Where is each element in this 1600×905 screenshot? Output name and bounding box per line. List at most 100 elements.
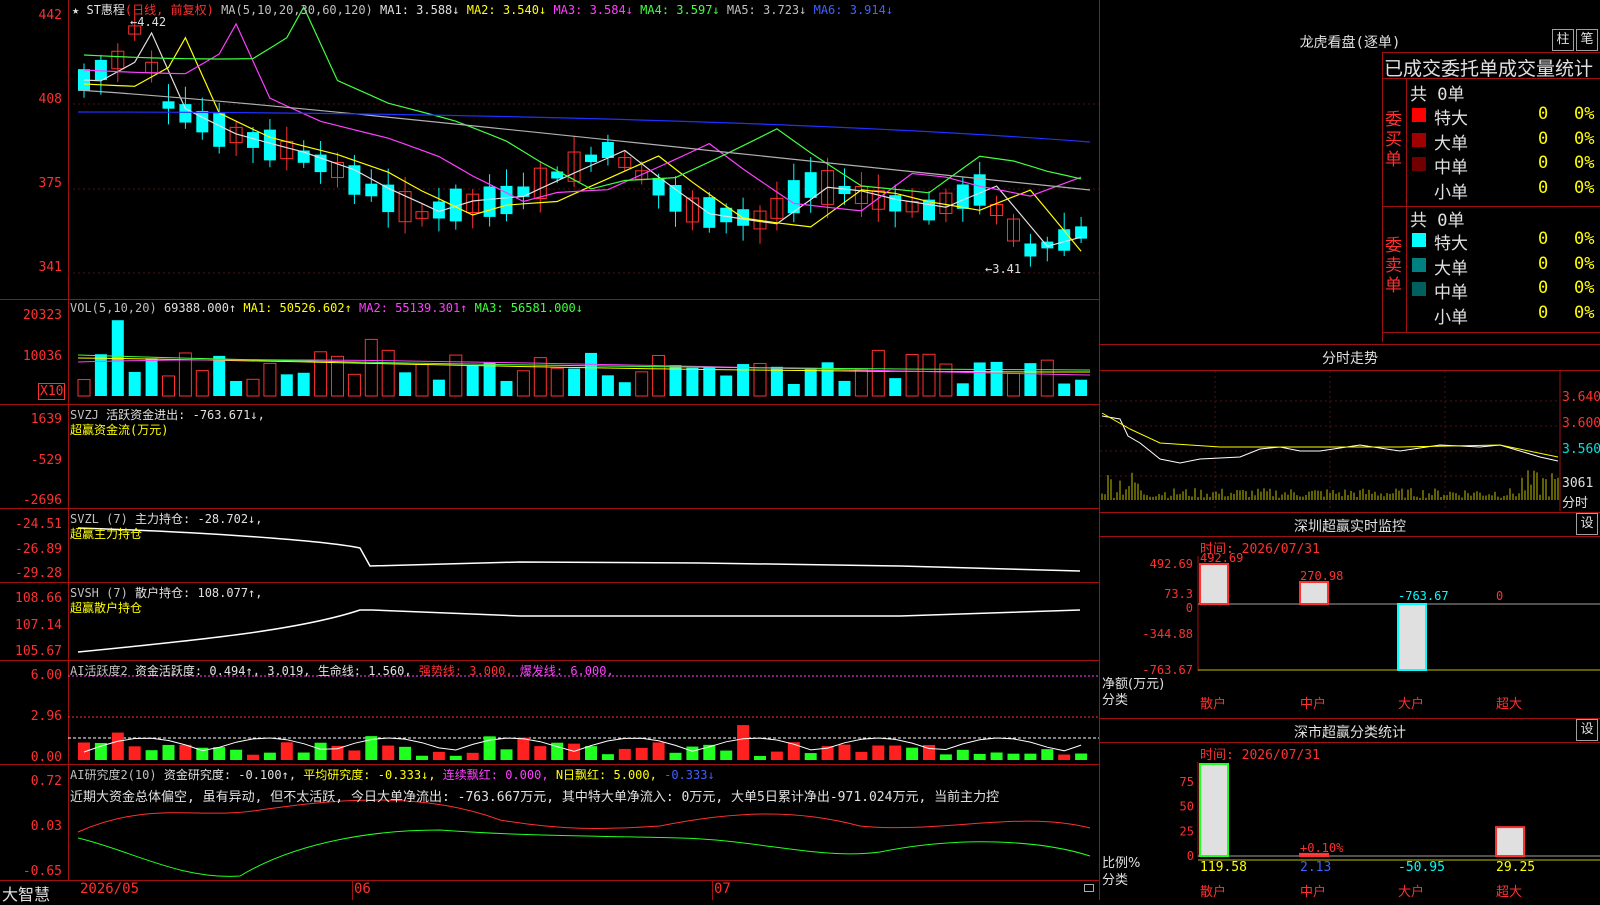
activity-bar	[297, 752, 310, 760]
flow-bar	[1078, 458, 1086, 469]
flow-bar	[875, 458, 883, 461]
column-view-button[interactable]: 柱	[1552, 29, 1574, 51]
date-label: 07	[714, 881, 731, 897]
flow-bar	[807, 458, 815, 469]
legend-swatch	[1412, 257, 1426, 272]
monitor-ytick: 492.69	[1150, 557, 1193, 571]
legend-swatch	[1412, 282, 1426, 296]
stats-bar-chart[interactable]: 75 50 25 0 119.58 散户 2.13 中户 -50.95 大户 29.25 超大 +0.1…	[1100, 742, 1600, 900]
size-label: 小单	[1434, 182, 1468, 203]
stats-settings-button[interactable]: 设	[1576, 719, 1598, 741]
activity-bar	[804, 753, 817, 760]
svzl-name: SVZL (7)	[70, 512, 128, 526]
monitor-bar-chart[interactable]: 492.6973.30-344.88-763.67492.69散户270.98中…	[1100, 536, 1600, 716]
svzj-sub: 超赢资金流(万元)	[70, 423, 169, 437]
flow-bar	[216, 458, 224, 469]
stats-ytick: 75	[1180, 775, 1194, 789]
stats-category: 超大	[1496, 885, 1522, 900]
activity-bar	[179, 744, 192, 760]
activity-bar	[517, 737, 530, 760]
ma3-line	[83, 22, 1082, 212]
stats-value-label: 29.25	[1496, 860, 1535, 875]
activity-bar	[601, 754, 614, 760]
size-count: 0	[1538, 278, 1549, 298]
research-bar	[382, 834, 395, 839]
stats-xlabel: 分类	[1102, 873, 1128, 888]
svzl-sub: 超赢主力持仓	[70, 527, 143, 541]
svzl-desc: 主力持仓: -28.702↓,	[135, 512, 263, 526]
flow-bar	[385, 458, 393, 461]
research-bar	[78, 834, 90, 839]
flow-bar	[131, 458, 139, 460]
candle-body	[703, 197, 716, 228]
main-ytick: 341	[38, 260, 62, 275]
volume-bar	[550, 367, 564, 397]
size-pct: 0%	[1574, 128, 1595, 149]
candle-body	[517, 186, 530, 197]
flow-bar	[81, 458, 88, 469]
research-bar	[1041, 831, 1054, 835]
flow-bar	[571, 458, 579, 462]
volume-bar	[347, 373, 361, 397]
activity-bar	[534, 746, 547, 760]
ma-label: MA6:	[806, 3, 850, 17]
research-bar	[939, 834, 952, 839]
volume-bar	[922, 353, 936, 397]
candle-body	[314, 154, 327, 173]
activity-bar	[855, 751, 868, 760]
volume-bar	[314, 351, 328, 397]
ma-param: MA(5,10,20,30,60,120)	[221, 3, 373, 17]
stats-bar	[1199, 763, 1229, 857]
vol-title: VOL(5,10,20) 69388.000↑ MA1: 50526.602↑ …	[70, 301, 583, 315]
volume-bar	[889, 378, 902, 396]
research-bar	[280, 834, 293, 839]
svzj-name: SVZJ	[70, 408, 99, 422]
research-bar	[1024, 833, 1037, 837]
flow-bar	[841, 458, 849, 465]
flow-bar	[233, 458, 241, 468]
stats-ytick: 0	[1187, 849, 1194, 863]
monitor-ytick: 0	[1186, 601, 1193, 615]
flow-bar	[402, 458, 410, 460]
activity-bar	[382, 745, 395, 760]
trade-view-button[interactable]: 笔	[1576, 29, 1598, 51]
flow-bar	[1010, 454, 1018, 458]
volume-bar	[500, 380, 513, 396]
chart-area[interactable]: ★ ST惠程(日线, 前复权) MA(5,10,20,30,60,120) MA…	[0, 0, 1100, 904]
activity-bar	[585, 746, 597, 760]
flow-bar	[706, 456, 714, 459]
intraday-avg-line	[1101, 412, 1559, 458]
monitor-bar	[1299, 580, 1329, 605]
ma-label: MA4:	[632, 3, 677, 17]
monitor-ytick: -763.67	[1142, 663, 1193, 677]
lock-icon[interactable]	[1084, 884, 1094, 892]
volume-bar	[770, 366, 783, 396]
candle-body	[365, 183, 378, 197]
monitor-value-label: 270.98	[1300, 569, 1343, 583]
low-marker: ←3.41	[985, 262, 1022, 276]
research-bar	[737, 828, 750, 834]
research-bar	[652, 831, 665, 835]
activity-bar	[213, 747, 226, 760]
activity-bar	[770, 751, 783, 760]
research-bar	[416, 832, 428, 836]
volume-bar	[230, 380, 243, 396]
star-icon[interactable]: ★	[72, 3, 79, 17]
research-bar	[432, 834, 445, 838]
size-pct: 0%	[1574, 177, 1595, 198]
candle-body	[196, 110, 209, 133]
flow-bar	[588, 458, 595, 461]
candle-body	[213, 113, 226, 147]
ai2-ytick: 0.03	[30, 819, 62, 834]
activity-bar	[669, 752, 682, 760]
research-bar	[162, 834, 175, 840]
ai2-comment: 近期大资金总体偏空, 虽有异动, 但不太活跃, 今日大单净流出: -763.66…	[70, 790, 1000, 805]
monitor-bar	[1199, 563, 1229, 605]
flow-bar	[1027, 458, 1035, 462]
candlestick-chart[interactable]	[0, 0, 1100, 880]
intraday-chart[interactable]	[1100, 371, 1600, 511]
vol-unit-badge[interactable]: X10	[38, 383, 66, 400]
research-bar	[720, 832, 733, 836]
research-bar	[263, 832, 276, 836]
monitor-settings-button[interactable]: 设	[1576, 513, 1598, 535]
